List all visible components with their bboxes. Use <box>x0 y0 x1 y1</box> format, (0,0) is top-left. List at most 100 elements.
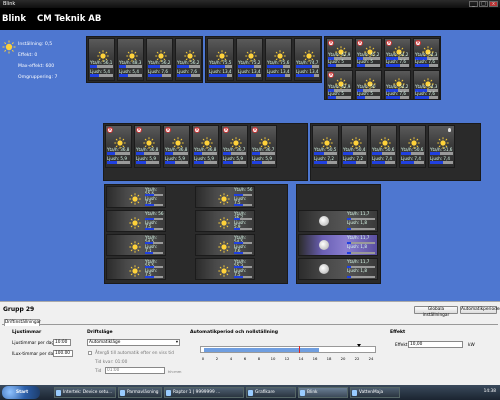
lamp-wide-tile[interactable]: Yta/h: 55,3Ljush: 7,5 <box>195 258 255 280</box>
lamp-tile[interactable]: Yta/h: 50 Ljush: 5 <box>355 70 382 100</box>
lamp-tile[interactable]: × Yta/h: 54,3 Ljush: 7,6 <box>413 38 440 68</box>
timeline-tick: 16 <box>312 356 318 361</box>
level-bar <box>234 204 252 206</box>
auto-return-label: Återgå till automatik efter en viss tid <box>95 351 174 356</box>
reset-marker[interactable] <box>357 344 361 347</box>
taskbar-item[interactable]: Raptor 1 | 9999999 ... <box>164 387 244 398</box>
level-bar <box>223 152 246 155</box>
error-icon: × <box>328 40 334 46</box>
taskbar-item[interactable]: Grafikare <box>246 387 296 398</box>
lamp-tile[interactable]: Yta/h: 50,6 Ljush: 7,4 <box>399 125 426 168</box>
lamp-tile[interactable]: Yta/h: 54,3 Ljush: 7,6 <box>413 70 440 100</box>
lamp-tile[interactable]: × Yta/h: 42,9 Ljush: 5 <box>326 38 353 68</box>
lamp-tile[interactable]: Yta/h: 56,2 Ljush: 7,6 <box>146 38 173 81</box>
drift-mode-value: Automatikläge <box>89 340 121 345</box>
maximize-button[interactable]: □ <box>479 1 488 7</box>
error-icon: × <box>165 127 171 133</box>
error-icon: × <box>386 40 392 46</box>
app-header: Blink CM Teknik AB <box>0 8 500 30</box>
app-icon <box>300 390 305 396</box>
error-icon: × <box>107 127 113 133</box>
level-bar <box>267 65 290 68</box>
level-bar <box>357 64 380 67</box>
lamp-wide-tile[interactable]: Yta/h: 36,7Ljush: 5,9 <box>195 210 255 232</box>
lamp-wide-tile[interactable]: Yta/h: 55,6Ljush: 7,5 <box>106 186 166 208</box>
lamp-wide-tile[interactable]: Yta/h: 11,7 Ljush: 1,8 <box>298 258 378 280</box>
tab-drift-settings[interactable]: Driftinställningar <box>4 319 41 326</box>
level-bar <box>296 74 319 77</box>
level-bar <box>328 64 351 67</box>
lamp-tile[interactable]: Yta/h: 50,5 Ljush: 7,2 <box>312 125 339 168</box>
lamp-tile[interactable]: × Yta/h: 42,9 Ljush: 5 <box>326 70 353 100</box>
effekt-input[interactable]: 10,00 <box>408 341 463 348</box>
level-bar <box>347 228 375 230</box>
lamp-tile[interactable]: Yta/h: 56,1 Ljush: 5,4 <box>88 38 115 81</box>
level-bar <box>148 74 171 77</box>
lamp-wide-tile[interactable]: Yta/h: 54,5Ljush: 7,6 <box>195 234 255 256</box>
lamp-tile[interactable]: × Yta/h: 36,8 Ljush: 5,9 <box>163 125 190 168</box>
ljus-section-title: Ljustimmar <box>12 330 42 335</box>
taskbar-item-active[interactable]: Blink <box>298 387 348 398</box>
lamp-wide-tile[interactable]: Yta/h: 11,7 Ljush: 1,8 <box>298 234 378 256</box>
minimize-button[interactable]: _ <box>469 1 478 7</box>
lamp-tile[interactable]: Yta/h: 50,6 Ljush: 7,4 <box>370 125 397 168</box>
lamp-tile[interactable]: × Yta/h: 36,8 Ljush: 5,9 <box>192 125 219 168</box>
sun-icon <box>129 238 141 257</box>
level-bar <box>209 65 232 68</box>
taskbar-item[interactable]: VattenMaja <box>350 387 400 398</box>
lamp-tile[interactable]: × Yta/h: 54,2 Ljush: 7,6 <box>384 38 411 68</box>
close-button[interactable]: x <box>489 1 498 7</box>
level-bar <box>136 161 159 164</box>
start-button[interactable]: Start <box>2 386 40 399</box>
app-icon <box>56 390 61 396</box>
lamp-tile[interactable]: × Yta/h: 36,8 Ljush: 5,9 <box>134 125 161 168</box>
app-name: Blink <box>2 14 27 24</box>
level-bar <box>194 152 217 155</box>
lamp-tile[interactable]: × Yta/h: 36,8 Ljush: 5,9 <box>105 125 132 168</box>
lamp-tile[interactable]: Yta/h: 56,2 Ljush: 7,6 <box>175 38 202 81</box>
ilux-input[interactable]: 100.00 <box>53 350 73 357</box>
level-bar <box>343 161 366 164</box>
lamp-tile[interactable]: Yta/h: 54,2 Ljush: 7,6 <box>384 70 411 100</box>
lamp-tile[interactable]: Yta/h: 75,2 Ljush: 13,4 <box>236 38 263 81</box>
level-bar <box>314 152 337 155</box>
lamp-tile[interactable]: Yta/h: 50,4 Ljush: 7,2 <box>341 125 368 168</box>
drift-mode-select[interactable]: Automatikläge ▾ <box>87 339 180 346</box>
error-icon: × <box>252 127 258 133</box>
auto-return-checkbox[interactable] <box>88 351 92 355</box>
level-bar <box>90 74 113 77</box>
timeline-tick: 0 <box>201 356 205 361</box>
ljus-per-day-input[interactable]: 10:00 <box>53 339 71 346</box>
auto-period-timeline[interactable] <box>200 344 376 353</box>
error-icon: × <box>415 40 421 46</box>
lamp-wide-tile[interactable]: Yta/h: 11,7 Ljush: 1,8 <box>298 210 378 232</box>
taskbar-item[interactable]: Intertek: Device setu... <box>54 387 116 398</box>
lamp-tile[interactable]: × Yta/h: 36,7 Ljush: 5,9 <box>250 125 277 168</box>
app-icon <box>248 390 253 396</box>
lamp-wide-tile[interactable]: Yta/h: 56 Ljush: 7,5 <box>106 210 166 232</box>
lamp-wide-tile[interactable]: Yta/h: 54,5Ljush: 7,1 <box>106 234 166 256</box>
taskbar-item[interactable]: Parmavläsning <box>118 387 162 398</box>
lamp-tile[interactable]: × Yta/h: 45,2 Ljush: 5 <box>355 38 382 68</box>
lamp-tile[interactable]: Yta/h: 75,6 Ljush: 13,4 <box>265 38 292 81</box>
lamp-tile[interactable]: Yta/h: 74,7 Ljush: 13,4 <box>294 38 321 81</box>
lamp-tile[interactable]: Yta/h: 75,5 Ljush: 13,4 <box>207 38 234 81</box>
level-bar <box>234 276 252 278</box>
group-settings-panel: Grupp 29 Globala inställningar Automatik… <box>0 301 500 385</box>
tile-ljush: Ljush: 7,5 <box>145 196 158 205</box>
lamp-tile[interactable]: Yta/h: 48,3 Ljush: 5,4 <box>117 38 144 81</box>
lamp-wide-tile[interactable]: Yta/h: 56 Ljush: 7,5 <box>195 186 255 208</box>
lamp-tile[interactable]: × Yta/h: 36,7 Ljush: 5,9 <box>221 125 248 168</box>
lamp-tile[interactable]: Yta/h: 51,6 Ljush: 7,4 <box>428 125 455 168</box>
time-input[interactable]: 01:00 <box>105 367 165 374</box>
auto-periods-button[interactable]: Automatikperioder <box>460 306 500 314</box>
lamp-wide-tile[interactable]: Yta/h: 55,5Ljush: 7,5 <box>106 258 166 280</box>
level-bar <box>177 65 200 68</box>
tab-strip: Driftinställningar <box>2 318 498 326</box>
tile-ljush: Ljush: 7,5 <box>145 220 158 229</box>
active-period-bar[interactable] <box>204 348 319 352</box>
level-bar <box>328 96 351 99</box>
level-bar <box>401 161 424 164</box>
global-settings-button[interactable]: Globala inställningar <box>414 306 458 318</box>
level-bar <box>209 74 232 77</box>
